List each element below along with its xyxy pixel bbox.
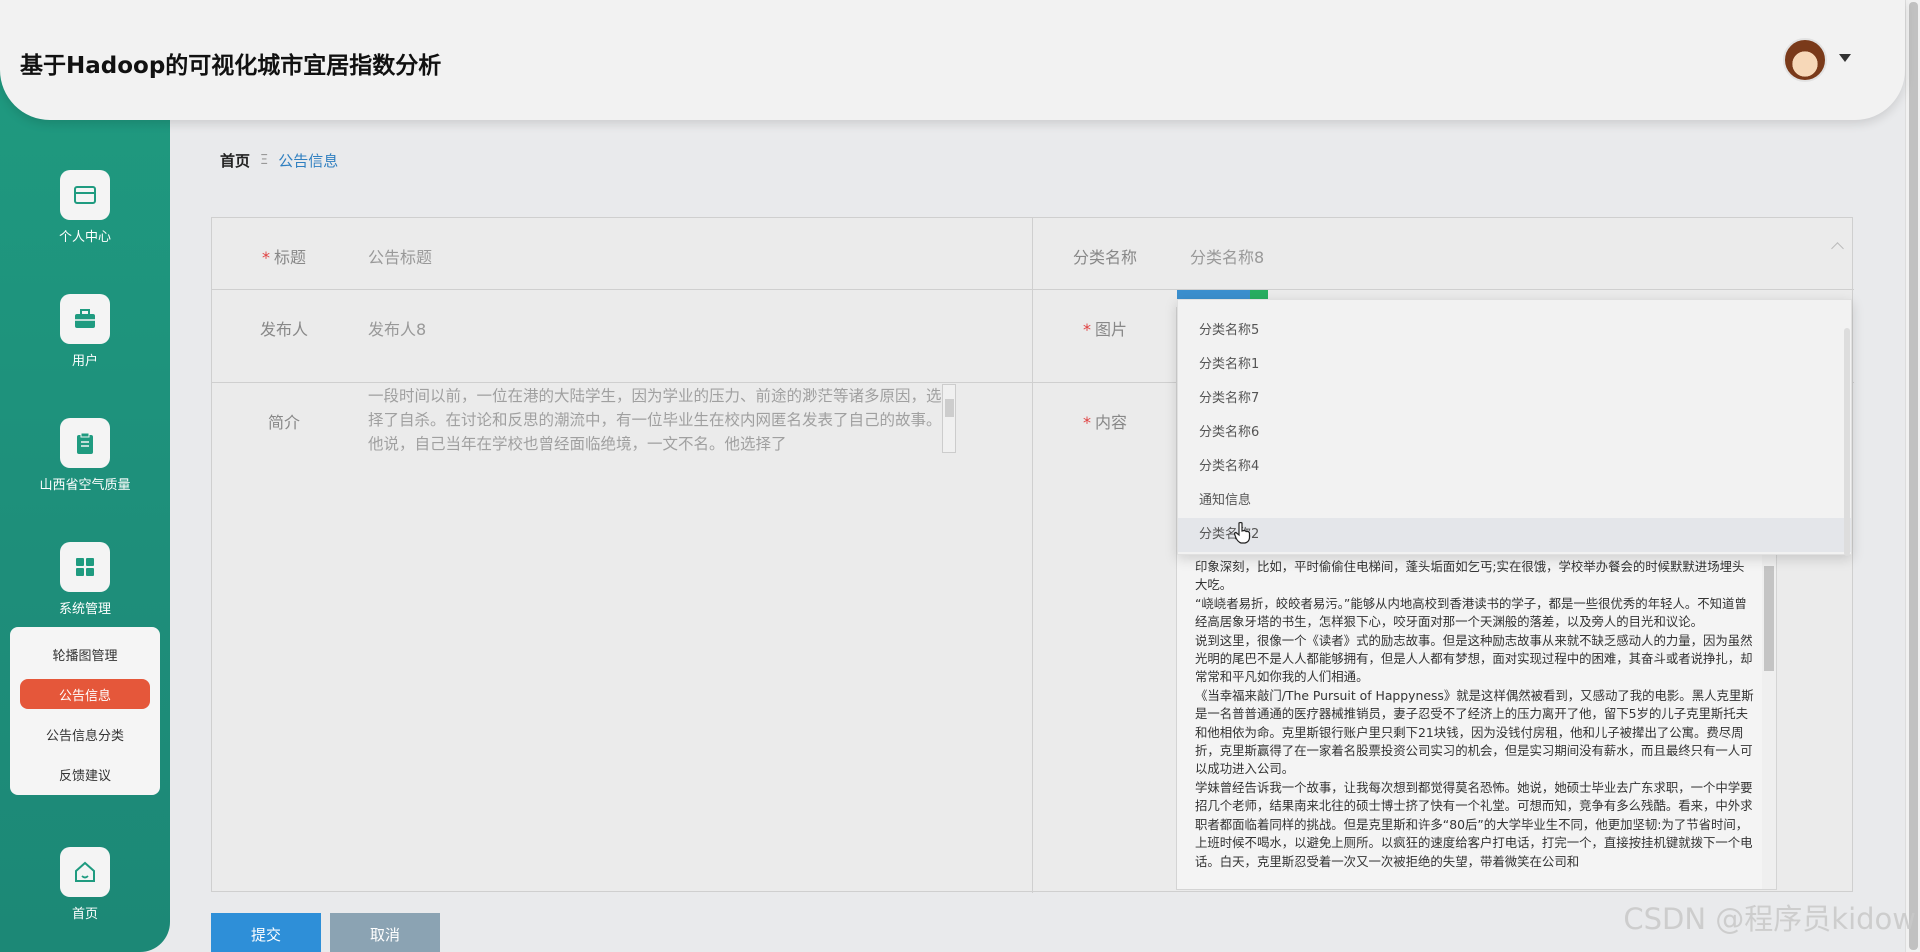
title-input[interactable]: 公告标题 [368,244,432,268]
card-icon [60,170,110,220]
chevron-up-icon[interactable] [1831,242,1844,255]
submit-button[interactable]: 提交 [211,913,321,952]
page-scroll-thumb[interactable] [1909,2,1918,950]
submenu-item-announcement[interactable]: 公告信息 [20,679,150,709]
system-submenu: 轮播图管理 公告信息 公告信息分类 反馈建议 [10,627,160,795]
category-dropdown: 分类名称5 分类名称1 分类名称7 分类名称6 分类名称4 通知信息 分类名称2 [1177,299,1852,556]
breadcrumb-home[interactable]: 首页 [220,150,250,171]
sidebar-item-profile[interactable]: 个人中心 [0,170,170,245]
dropdown-option[interactable]: 通知信息 [1178,484,1851,518]
hand-cursor-icon [1233,521,1251,548]
category-label: 分类名称 [1073,248,1138,267]
user-avatar[interactable] [1783,38,1827,82]
sidebar-item-system[interactable]: 系统管理 [0,542,170,617]
sidebar-item-label: 个人中心 [58,230,111,245]
summary-label: 简介 [268,413,301,432]
category-cell: 分类名称 分类名称8 [1033,218,1854,290]
submenu-item-carousel[interactable]: 轮播图管理 [20,639,150,669]
sidebar-item-home[interactable]: 首页 [0,847,170,922]
publisher-label: 发布人 [260,320,309,339]
content-paragraph: 学妹曾经告诉我一个故事，让我每次想到都觉得莫名恐怖。她说，她硕士毕业去广东求职，… [1195,779,1753,869]
dropdown-option[interactable]: 分类名称1 [1178,348,1851,382]
dropdown-option[interactable]: 分类名称5 [1178,314,1851,348]
top-header: 基于Hadoop的可视化城市宜居指数分析 [0,0,1905,120]
app-title: 基于Hadoop的可视化城市宜居指数分析 [20,53,442,79]
chevron-down-icon[interactable] [1839,54,1851,62]
content-scroll-thumb[interactable] [1764,566,1774,671]
clipboard-icon [60,418,110,468]
grid-icon [60,542,110,592]
dropdown-option[interactable]: 分类名称6 [1178,416,1851,450]
summary-textarea[interactable]: 一段时间以前，一位在港的大陆学生，因为学业的压力、前途的渺茫等诸多原因，选择了自… [368,384,956,456]
sidebar-item-label: 山西省空气质量 [39,478,131,493]
summary-cell: 简介 [212,383,1033,893]
sidebar-item-label: 系统管理 [58,602,111,617]
submenu-item-announcement-category[interactable]: 公告信息分类 [20,719,150,749]
content-paragraph: 说到这里，很像一个《读者》式的励志故事。但是这种励志故事从来就不缺乏感动人的力量… [1195,632,1753,685]
cancel-button[interactable]: 取消 [330,913,440,952]
dropdown-scrollbar[interactable] [1844,328,1850,556]
briefcase-icon [60,294,110,344]
content-label: * 内容 [1083,413,1128,432]
content-paragraph: 印象深刻，比如，平时偷偷住电梯间，蓬头垢面如乞丐;实在很饿，学校举办餐会的时候默… [1195,559,1745,593]
content-paragraph: “峣峣者易折，皎皎者易污。”能够从内地高校到香港读书的学子，都是一些很优秀的年轻… [1195,595,1747,630]
dropdown-option[interactable]: 分类名称7 [1178,382,1851,416]
publisher-input[interactable]: 发布人8 [368,316,426,340]
dropdown-option[interactable]: 分类名称4 [1178,450,1851,484]
sidebar: 个人中心 用户 山西省空气质量 系统管理 轮播图管理 公告信息 公告信息分类 反… [0,0,170,952]
sidebar-item-users[interactable]: 用户 [0,294,170,369]
submenu-item-feedback[interactable]: 反馈建议 [20,759,150,789]
summary-scroll-thumb[interactable] [945,399,954,417]
dropdown-option[interactable]: 分类名称2 [1178,518,1851,552]
sidebar-item-air-quality[interactable]: 山西省空气质量 [0,418,170,493]
content-text: 印象深刻，比如，平时偷偷住电梯间，蓬头垢面如乞丐;实在很饿，学校举办餐会的时候默… [1195,558,1755,871]
image-label: * 图片 [1083,320,1128,339]
sidebar-item-label: 首页 [71,907,98,922]
summary-scrollbar[interactable] [942,384,956,453]
breadcrumb-current: 公告信息 [278,152,339,170]
page-scrollbar[interactable] [1905,0,1920,952]
breadcrumb-separator-icon: Ξ [260,153,269,168]
watermark: CSDN @程序员kidow [1623,902,1916,936]
title-label: * 标题 [262,248,307,267]
sidebar-item-label: 用户 [71,354,98,369]
breadcrumb: 首页 Ξ 公告信息 [220,150,338,171]
home-icon [60,847,110,897]
title-cell: * 标题 公告标题 [212,218,1033,290]
content-paragraph: 《当幸福来敲门/The Pursuit of Happyness》就是这样偶然被… [1195,687,1754,777]
publisher-cell: 发布人 发布人8 [212,290,1033,383]
category-select[interactable]: 分类名称8 [1190,244,1264,268]
